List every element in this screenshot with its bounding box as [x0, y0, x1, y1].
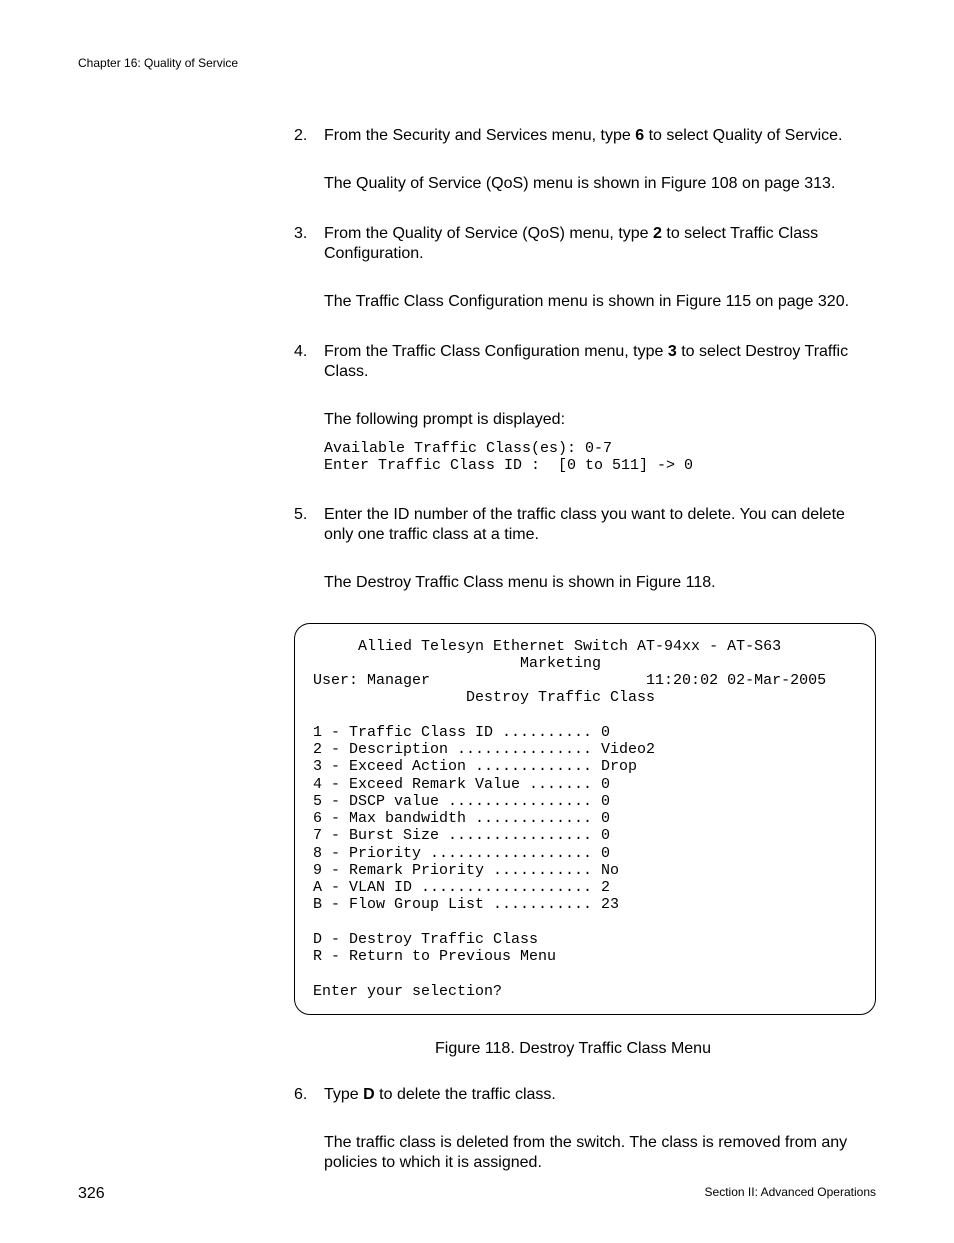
prompt-block: Available Traffic Class(es): 0-7 Enter T… — [324, 440, 876, 475]
step-number: 4. — [294, 342, 307, 362]
step-6: 6. Type D to delete the traffic class. T… — [294, 1085, 876, 1173]
step-number: 5. — [294, 505, 307, 525]
step-follow: The traffic class is deleted from the sw… — [324, 1133, 876, 1173]
step-text: Enter the ID number of the traffic class… — [324, 506, 845, 543]
menu-box-wrap: Allied Telesyn Ethernet Switch AT-94xx -… — [294, 623, 876, 1015]
terminal-menu: Allied Telesyn Ethernet Switch AT-94xx -… — [294, 623, 876, 1015]
page-number: 326 — [78, 1185, 105, 1203]
step-2: 2. From the Security and Services menu, … — [294, 126, 876, 194]
step-text: From the Quality of Service (QoS) menu, … — [324, 225, 818, 262]
step-follow: The Quality of Service (QoS) menu is sho… — [324, 174, 876, 194]
chapter-header: Chapter 16: Quality of Service — [78, 56, 876, 70]
step-number: 3. — [294, 224, 307, 244]
step-follow: The Destroy Traffic Class menu is shown … — [324, 573, 876, 593]
step-5: 5. Enter the ID number of the traffic cl… — [294, 505, 876, 593]
step-follow: The Traffic Class Configuration menu is … — [324, 292, 876, 312]
section-label: Section II: Advanced Operations — [705, 1185, 876, 1199]
step-text: From the Security and Services menu, typ… — [324, 127, 842, 144]
step-text: Type D to delete the traffic class. — [324, 1086, 556, 1103]
step-number: 2. — [294, 126, 307, 146]
step-3: 3. From the Quality of Service (QoS) men… — [294, 224, 876, 312]
page-footer: 326 Section II: Advanced Operations — [78, 1185, 876, 1203]
content-area: 2. From the Security and Services menu, … — [294, 126, 876, 1173]
step-4: 4. From the Traffic Class Configuration … — [294, 342, 876, 475]
step-follow: The following prompt is displayed: — [324, 410, 876, 430]
step-text: From the Traffic Class Configuration men… — [324, 343, 848, 380]
figure-caption: Figure 118. Destroy Traffic Class Menu — [270, 1039, 876, 1059]
step-number: 6. — [294, 1085, 307, 1105]
